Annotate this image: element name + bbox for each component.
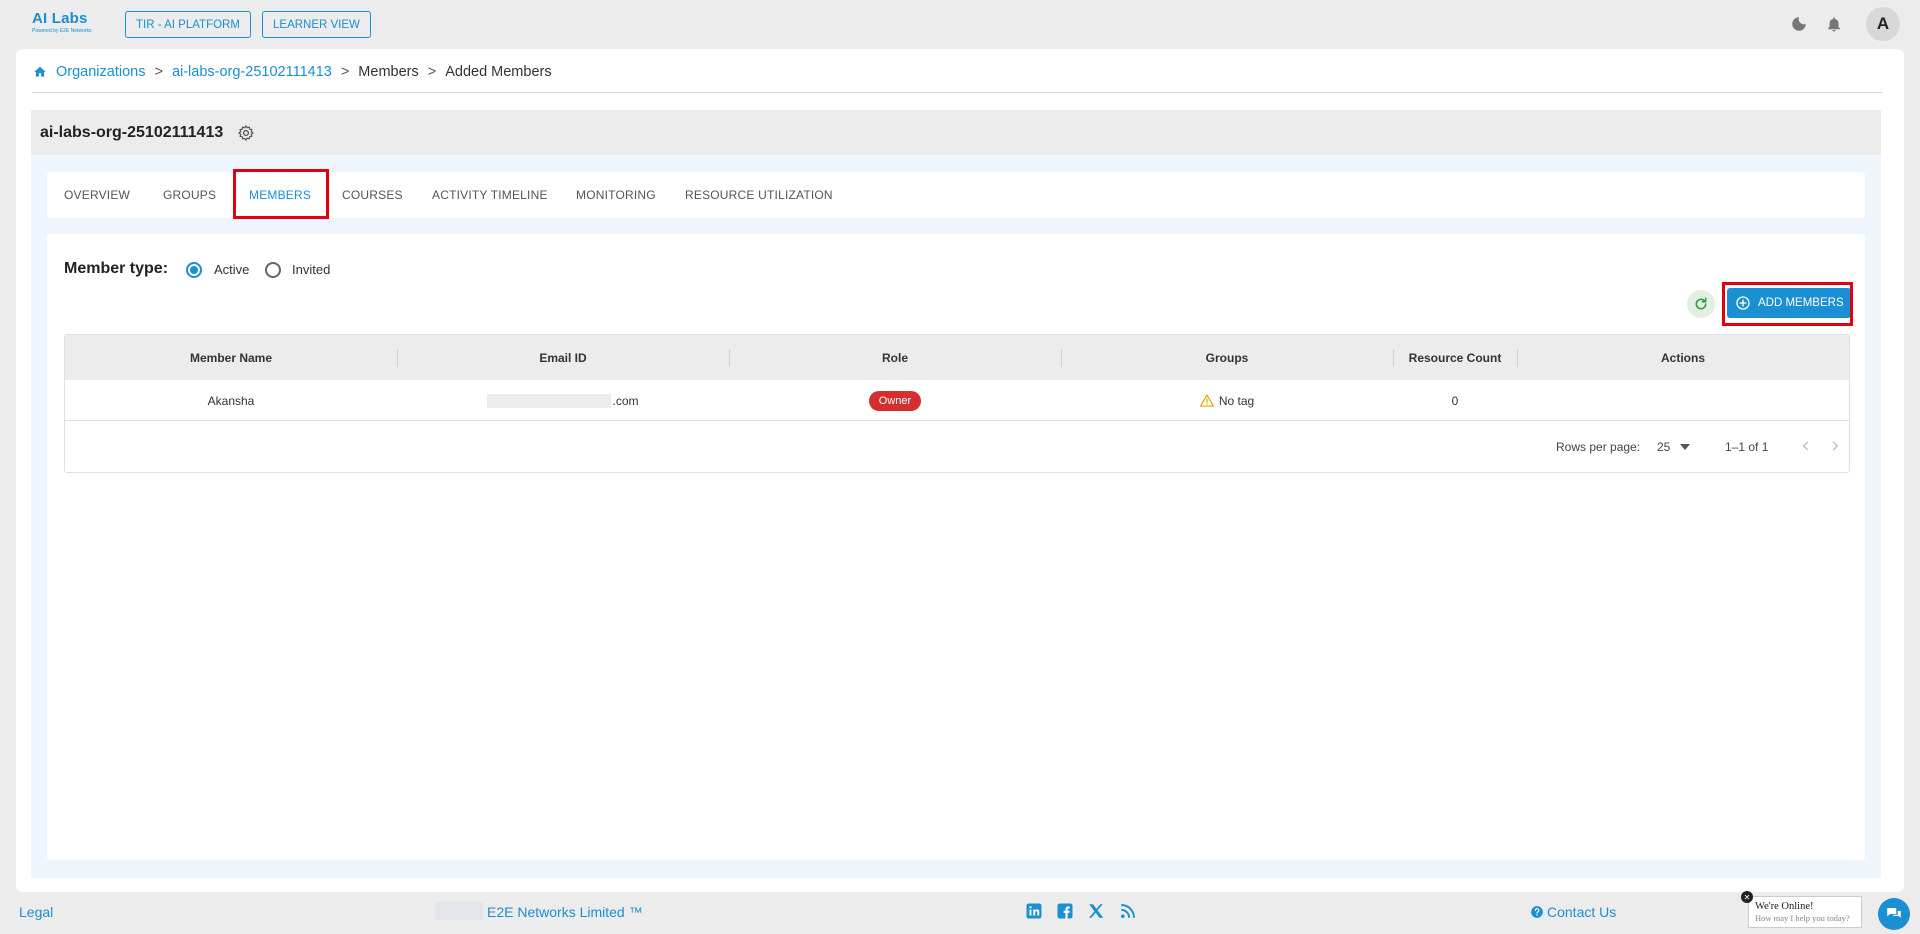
home-icon[interactable] <box>33 65 47 79</box>
chevron-left-icon[interactable] <box>1799 439 1813 453</box>
footer-redacted <box>435 902 483 920</box>
tab-resource-utilization[interactable]: RESOURCE UTILIZATION <box>685 172 833 218</box>
breadcrumb-divider <box>32 92 1882 93</box>
breadcrumb: Organizations > ai-labs-org-25102111413 … <box>33 64 552 80</box>
radio-active-label[interactable]: Active <box>214 262 249 277</box>
tir-platform-button[interactable]: TIR - AI PLATFORM <box>125 11 251 38</box>
rows-per-page-label: Rows per page: <box>1556 440 1641 454</box>
breadcrumb-separator: > <box>154 64 163 80</box>
cell-role: Owner <box>729 380 1061 421</box>
refresh-button[interactable] <box>1687 290 1715 318</box>
help-icon <box>1531 906 1543 918</box>
breadcrumb-added-members: Added Members <box>445 64 552 80</box>
column-member-name[interactable]: Member Name <box>65 335 397 380</box>
table-pagination: Rows per page: 25 1–1 of 1 <box>65 421 1849 473</box>
cell-member-name: Akansha <box>207 393 255 408</box>
cell-actions <box>1517 380 1849 421</box>
tab-groups[interactable]: GROUPS <box>163 172 216 218</box>
radio-invited[interactable] <box>265 262 281 278</box>
refresh-icon <box>1695 297 1707 310</box>
logo-subtext: Powered by E2E Networks <box>32 28 92 34</box>
cell-groups: No tag <box>1061 380 1393 421</box>
rows-per-page-select[interactable]: 25 <box>1657 434 1691 460</box>
column-actions: Actions <box>1660 350 1705 365</box>
breadcrumb-separator: > <box>427 64 437 80</box>
x-icon[interactable] <box>1087 902 1105 920</box>
table-row[interactable]: Akansha .com Owner No tag 0 <box>65 380 1849 421</box>
close-icon[interactable]: ✕ <box>1741 891 1753 903</box>
tab-monitoring[interactable]: MONITORING <box>576 172 656 218</box>
tab-courses[interactable]: COURSES <box>342 172 403 218</box>
members-table: Member Name Email ID Role Groups Resourc… <box>64 334 1850 473</box>
members-tab-highlight <box>233 169 329 219</box>
radio-active[interactable] <box>186 262 202 278</box>
breadcrumb-organizations[interactable]: Organizations <box>56 64 145 80</box>
breadcrumb-members: Members <box>358 64 419 80</box>
cell-resource-count: 0 <box>1451 393 1459 408</box>
member-type-label: Member type: <box>64 260 169 277</box>
gear-icon[interactable] <box>237 124 255 142</box>
chat-widget-bubble[interactable]: We're Online! How may I help you today? <box>1748 896 1862 928</box>
email-suffix: .com <box>612 393 639 408</box>
chat-title: We're Online! <box>1755 901 1814 912</box>
bell-icon[interactable] <box>1825 15 1843 33</box>
column-groups[interactable]: Groups <box>1061 335 1393 380</box>
members-panel <box>47 234 1865 860</box>
logo-text: AI Labs <box>32 10 88 27</box>
rss-icon[interactable] <box>1119 902 1137 920</box>
groups-value: No tag <box>1218 393 1255 408</box>
column-resource-count[interactable]: Resource Count <box>1393 335 1517 380</box>
org-header: ai-labs-org-25102111413 <box>31 110 1881 155</box>
moon-icon[interactable] <box>1790 15 1808 33</box>
table-header: Member Name Email ID Role Groups Resourc… <box>65 335 1849 380</box>
radio-invited-label[interactable]: Invited <box>292 262 330 277</box>
caret-down-icon <box>1680 444 1691 450</box>
chat-subtitle: How may I help you today? <box>1755 913 1850 923</box>
linkedin-icon[interactable] <box>1025 902 1043 920</box>
tab-overview[interactable]: OVERVIEW <box>64 172 130 218</box>
tab-activity-timeline[interactable]: ACTIVITY TIMELINE <box>432 172 548 218</box>
cell-email: .com <box>397 380 729 421</box>
chevron-right-icon[interactable] <box>1828 439 1842 453</box>
column-role[interactable]: Role <box>729 335 1061 380</box>
footer <box>0 893 1920 934</box>
legal-link[interactable]: Legal <box>19 904 53 920</box>
column-email-id[interactable]: Email ID <box>397 335 729 380</box>
app-logo[interactable]: AI Labs Powered by E2E Networks <box>32 10 96 40</box>
top-bar: AI Labs Powered by E2E Networks TIR - AI… <box>0 0 1920 48</box>
contact-us-label: Contact Us <box>1547 904 1617 920</box>
breadcrumb-org[interactable]: ai-labs-org-25102111413 <box>172 64 332 80</box>
role-badge: Owner <box>868 390 922 411</box>
avatar[interactable]: A <box>1866 7 1900 41</box>
chat-icon <box>1887 908 1901 918</box>
chat-button[interactable] <box>1878 898 1910 930</box>
pagination-range: 1–1 of 1 <box>1725 440 1769 454</box>
org-title: ai-labs-org-25102111413 <box>40 123 224 141</box>
add-members-highlight <box>1722 282 1853 326</box>
learner-view-button[interactable]: LEARNER VIEW <box>262 11 371 38</box>
facebook-icon[interactable] <box>1056 902 1074 920</box>
company-name: E2E Networks Limited ™ <box>487 904 643 920</box>
warning-icon <box>1199 394 1214 407</box>
rows-per-page-value: 25 <box>1657 440 1671 454</box>
contact-us-link[interactable]: Contact Us <box>1530 904 1616 920</box>
email-redacted <box>487 393 612 408</box>
breadcrumb-separator: > <box>340 64 350 80</box>
